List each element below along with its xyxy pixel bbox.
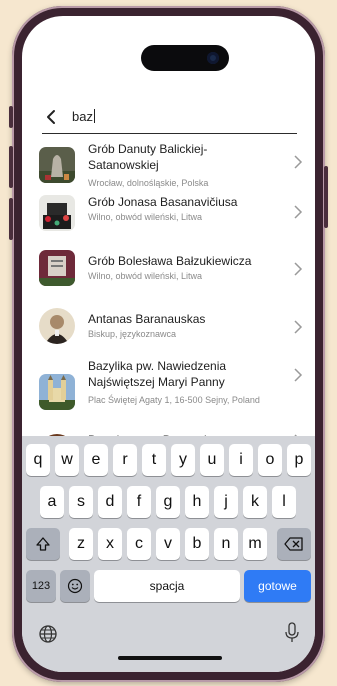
- list-item[interactable]: Grób Bolesława Bałzukiewicza Wilno, obwó…: [22, 240, 315, 292]
- chevron-right-icon: [294, 205, 303, 219]
- text-caret: [93, 109, 95, 123]
- key-f[interactable]: f: [127, 486, 151, 518]
- key-j[interactable]: j: [214, 486, 238, 518]
- search-query: baz: [72, 109, 93, 124]
- done-key[interactable]: gotowe: [244, 570, 311, 602]
- key-a[interactable]: a: [40, 486, 64, 518]
- list-item[interactable]: Grób Jonasa Basanavičiusa Wilno, obwód w…: [22, 186, 315, 238]
- list-item[interactable]: Bazylika pw. Nawiedzenia Najświętszej Ma…: [22, 352, 315, 430]
- globe-icon[interactable]: [38, 624, 58, 644]
- backspace-icon: [284, 537, 303, 551]
- microphone-icon[interactable]: [284, 622, 300, 644]
- result-subtitle: Plac Świętej Agaty 1, 16-500 Sejny, Pola…: [88, 395, 260, 405]
- grave-monument-thumbnail: [39, 147, 75, 183]
- shift-key[interactable]: [26, 528, 60, 560]
- key-o[interactable]: o: [258, 444, 282, 476]
- key-c[interactable]: c: [127, 528, 151, 560]
- key-h[interactable]: h: [185, 486, 209, 518]
- key-d[interactable]: d: [98, 486, 122, 518]
- result-title: Grób Bolesława Bałzukiewicza: [88, 254, 252, 268]
- key-s[interactable]: s: [69, 486, 93, 518]
- backspace-key[interactable]: [277, 528, 311, 560]
- search-input[interactable]: baz: [72, 109, 95, 124]
- emoji-key[interactable]: [60, 570, 90, 602]
- key-t[interactable]: t: [142, 444, 166, 476]
- result-title: Bazylika pw. Nawiedzenia Najświętszej Ma…: [88, 359, 227, 389]
- key-z[interactable]: z: [69, 528, 93, 560]
- search-bar[interactable]: baz: [42, 101, 297, 134]
- result-title: Grób Danuty Balickiej-Satanowskiej: [88, 142, 208, 172]
- basilica-thumbnail: [39, 374, 75, 410]
- key-v[interactable]: v: [156, 528, 180, 560]
- result-title: Antanas Baranauskas: [88, 312, 206, 326]
- back-chevron-icon[interactable]: [44, 109, 58, 125]
- home-indicator: [118, 656, 222, 660]
- volume-up-button: [9, 146, 13, 188]
- chevron-right-icon: [294, 155, 303, 169]
- result-subtitle: Wilno, obwód wileński, Litwa: [88, 212, 203, 222]
- chevron-right-icon: [294, 320, 303, 334]
- numbers-key[interactable]: 123: [26, 570, 56, 602]
- key-l[interactable]: l: [272, 486, 296, 518]
- key-m[interactable]: m: [243, 528, 267, 560]
- key-q[interactable]: q: [26, 444, 50, 476]
- dynamic-island: [141, 45, 229, 71]
- result-subtitle: Biskup, językoznawca: [88, 329, 177, 339]
- result-title: Grób Jonasa Basanavičiusa: [88, 195, 238, 209]
- screen: baz Grób Danuty Balickiej-Satanowskiej W…: [22, 16, 315, 672]
- key-y[interactable]: y: [171, 444, 195, 476]
- key-g[interactable]: g: [156, 486, 180, 518]
- key-u[interactable]: u: [200, 444, 224, 476]
- emoji-icon: [67, 578, 83, 594]
- list-item[interactable]: Grób Danuty Balickiej-Satanowskiej Wrocł…: [22, 133, 315, 191]
- shift-icon: [36, 537, 50, 551]
- result-subtitle: Wilno, obwód wileński, Litwa: [88, 271, 203, 281]
- key-w[interactable]: w: [55, 444, 79, 476]
- key-b[interactable]: b: [185, 528, 209, 560]
- chevron-right-icon: [294, 262, 303, 276]
- key-x[interactable]: x: [98, 528, 122, 560]
- chevron-right-icon: [294, 368, 303, 382]
- mute-switch: [9, 106, 13, 128]
- key-p[interactable]: p: [287, 444, 311, 476]
- keyboard: q w e r t y u i o p a s d f g h j k l z …: [22, 436, 315, 672]
- grave-plaque-thumbnail: [39, 250, 75, 286]
- key-e[interactable]: e: [84, 444, 108, 476]
- power-button: [324, 166, 328, 228]
- phone-frame: baz Grób Danuty Balickiej-Satanowskiej W…: [9, 6, 328, 682]
- camera-icon: [207, 52, 219, 64]
- list-item[interactable]: Antanas Baranauskas Biskup, językoznawca: [22, 298, 315, 350]
- key-k[interactable]: k: [243, 486, 267, 518]
- key-i[interactable]: i: [229, 444, 253, 476]
- space-key[interactable]: spacja: [94, 570, 240, 602]
- volume-down-button: [9, 198, 13, 240]
- key-r[interactable]: r: [113, 444, 137, 476]
- portrait-thumbnail: [39, 308, 75, 344]
- grave-with-flowers-thumbnail: [39, 195, 75, 231]
- key-n[interactable]: n: [214, 528, 238, 560]
